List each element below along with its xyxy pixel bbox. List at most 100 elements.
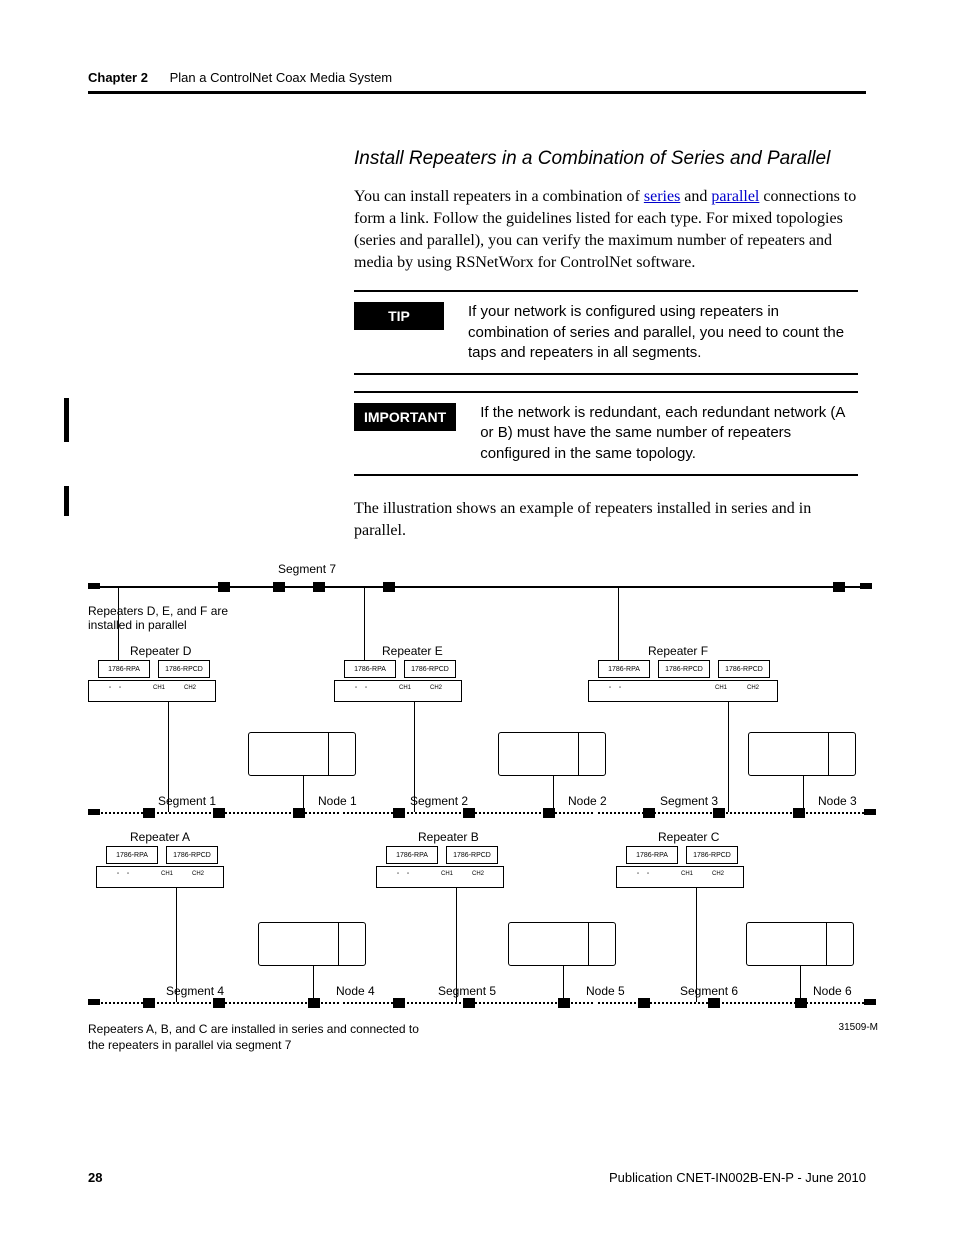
terminator [88,809,100,815]
drop-line [176,888,177,1002]
drop-line [563,966,564,1002]
node-box [746,922,854,966]
drop-line [618,586,619,660]
module-rpa: 1786-RPA [386,846,438,864]
tap [143,998,155,1008]
repeater-chassis: ▫▫ CH1 CH2 [334,680,462,702]
segment-line [598,812,876,814]
module-rpa: 1786-RPA [98,660,150,678]
repeater-chassis: ▫▫ CH1 CH2 [616,866,744,888]
label-repeater-d: Repeater D [130,644,191,658]
tap [273,582,285,592]
label-segment-1: Segment 1 [158,794,216,808]
node-box [248,732,356,776]
module-rpcd: 1786-RPCD [158,660,210,678]
label-node-1: Node 1 [318,794,357,808]
label-repeater-f: Repeater F [648,644,708,658]
module-rpcd: 1786-RPCD [166,846,218,864]
module-rpcd: 1786-RPCD [446,846,498,864]
drop-line [313,966,314,1002]
tap [643,808,655,818]
drop-line [800,966,801,1002]
drop-line [696,888,697,1002]
figure-repeaters-series-parallel: Segment 7 Repeaters D, E, and F are inst… [88,562,878,1062]
label-repeater-c: Repeater C [658,830,719,844]
drop-line [456,888,457,1002]
publication-id: Publication CNET-IN002B-EN-P - June 2010 [609,1170,866,1185]
tap [795,998,807,1008]
chapter-number: Chapter 2 [88,70,148,85]
label-segment-6: Segment 6 [680,984,738,998]
node-box [498,732,606,776]
label-node-2: Node 2 [568,794,607,808]
important-text: If the network is redundant, each redund… [480,403,858,464]
page-footer: 28 Publication CNET-IN002B-EN-P - June 2… [88,1170,866,1185]
terminator [860,583,872,589]
module-rpcd: 1786-RPCD [686,846,738,864]
terminator [864,809,876,815]
terminator [88,999,100,1005]
tap [213,998,225,1008]
label-node-6: Node 6 [813,984,852,998]
node-box [748,732,856,776]
repeater-chassis: ▫▫ CH1 CH2 [96,866,224,888]
repeater-chassis: ▫▫ CH1 CH2 [88,680,216,702]
drop-line [803,776,804,812]
drop-line [118,586,119,660]
module-rpa: 1786-RPA [626,846,678,864]
tap [393,998,405,1008]
repeater-chassis: ▫▫ CH1 CH2 [588,680,778,702]
drop-line [414,702,415,812]
tap [308,998,320,1008]
tap [393,808,405,818]
node-box [258,922,366,966]
section-heading: Install Repeaters in a Combination of Se… [354,148,858,170]
tap [313,582,325,592]
label-repeater-b: Repeater B [418,830,479,844]
tap [383,582,395,592]
module-rpa: 1786-RPA [106,846,158,864]
module-rpcd: 1786-RPCD [718,660,770,678]
body-paragraph-1: You can install repeaters in a combinati… [354,186,858,274]
tip-text: If your network is configured using repe… [468,302,858,363]
tap [218,582,230,592]
label-segment-2: Segment 2 [410,794,468,808]
terminator [88,583,100,589]
label-segment-7: Segment 7 [278,562,336,576]
figure-id: 31509-M [839,1022,878,1033]
label-parallel-note: Repeaters D, E, and F are installed in p… [88,604,253,633]
drop-line [553,776,554,812]
terminator [864,999,876,1005]
tap [213,808,225,818]
module-rpcd: 1786-RPCD [658,660,710,678]
body-paragraph-2: The illustration shows an example of rep… [354,498,858,542]
label-segment-4: Segment 4 [166,984,224,998]
label-node-4: Node 4 [336,984,375,998]
important-badge: IMPORTANT [354,403,456,431]
label-repeater-e: Repeater E [382,644,443,658]
tap [713,808,725,818]
module-rpcd: 1786-RPCD [404,660,456,678]
figure-caption-left: Repeaters A, B, and C are installed in s… [88,1022,428,1053]
tap [463,998,475,1008]
tap [558,998,570,1008]
label-node-5: Node 5 [586,984,625,998]
drop-line [364,586,365,660]
drop-line [303,776,304,812]
tip-badge: TIP [354,302,444,330]
important-callout: IMPORTANT If the network is redundant, e… [354,391,858,476]
tap [833,582,845,592]
link-series[interactable]: series [644,188,680,205]
tap [708,998,720,1008]
change-bar [64,398,69,442]
chapter-title: Plan a ControlNet Coax Media System [170,70,393,85]
tap [143,808,155,818]
running-header: Chapter 2 Plan a ControlNet Coax Media S… [88,70,866,94]
tap [638,998,650,1008]
label-segment-5: Segment 5 [438,984,496,998]
tap [463,808,475,818]
link-parallel[interactable]: parallel [711,188,759,205]
label-node-3: Node 3 [818,794,857,808]
drop-line [168,702,169,812]
segment-line [89,586,869,588]
